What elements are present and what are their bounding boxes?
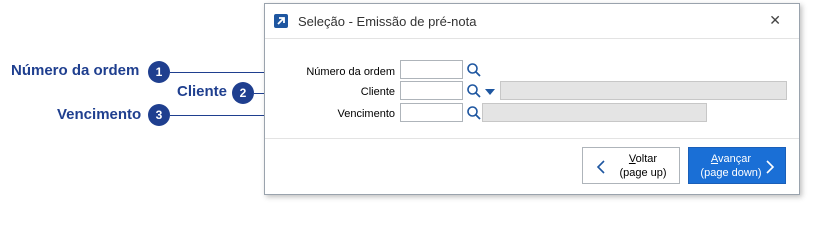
back-button-hint: (page up): [619, 167, 667, 179]
cliente-description-field: [500, 81, 787, 100]
back-button-label: Voltar: [628, 153, 658, 165]
chevron-down-icon[interactable]: [485, 88, 495, 96]
search-icon[interactable]: [466, 83, 482, 99]
chevron-left-icon: [596, 160, 605, 174]
annotation-badge-1: 1: [148, 61, 170, 83]
numero-ordem-field[interactable]: [400, 60, 463, 79]
numero-ordem-input[interactable]: [401, 61, 462, 78]
footer-separator: [265, 138, 799, 139]
close-icon[interactable]: ✕: [769, 12, 781, 29]
chevron-right-icon: [766, 160, 775, 174]
cliente-field[interactable]: [400, 81, 463, 100]
annotation-title-vencimento: Vencimento: [57, 106, 142, 123]
field-label-vencimento: Vencimento: [337, 108, 395, 120]
search-icon[interactable]: [466, 62, 482, 78]
next-button-hint: (page down): [700, 167, 762, 179]
annotation-title-numero-ordem: Número da ordem: [11, 62, 140, 79]
field-label-cliente: Cliente: [360, 86, 395, 98]
dialog-titlebar: Seleção - Emissão de pré-nota ✕: [265, 4, 799, 39]
next-button[interactable]: Avançar (page down): [688, 147, 786, 184]
cliente-input[interactable]: [401, 82, 462, 99]
vencimento-input[interactable]: [401, 104, 462, 121]
dialog-window: Seleção - Emissão de pré-nota ✕ Número d…: [264, 3, 800, 195]
annotation-badge-2: 2: [232, 82, 254, 104]
back-button[interactable]: Voltar (page up): [582, 147, 680, 184]
app-shortcut-icon: [274, 14, 288, 28]
annotation-badge-3: 3: [148, 104, 170, 126]
next-button-label: Avançar: [710, 153, 752, 165]
field-label-numero-ordem: Número da ordem: [306, 66, 395, 78]
annotation-title-cliente: Cliente: [177, 83, 228, 100]
vencimento-description-field: [482, 103, 707, 122]
search-icon[interactable]: [466, 105, 482, 121]
dialog-title: Seleção - Emissão de pré-nota: [298, 14, 477, 29]
vencimento-field[interactable]: [400, 103, 463, 122]
